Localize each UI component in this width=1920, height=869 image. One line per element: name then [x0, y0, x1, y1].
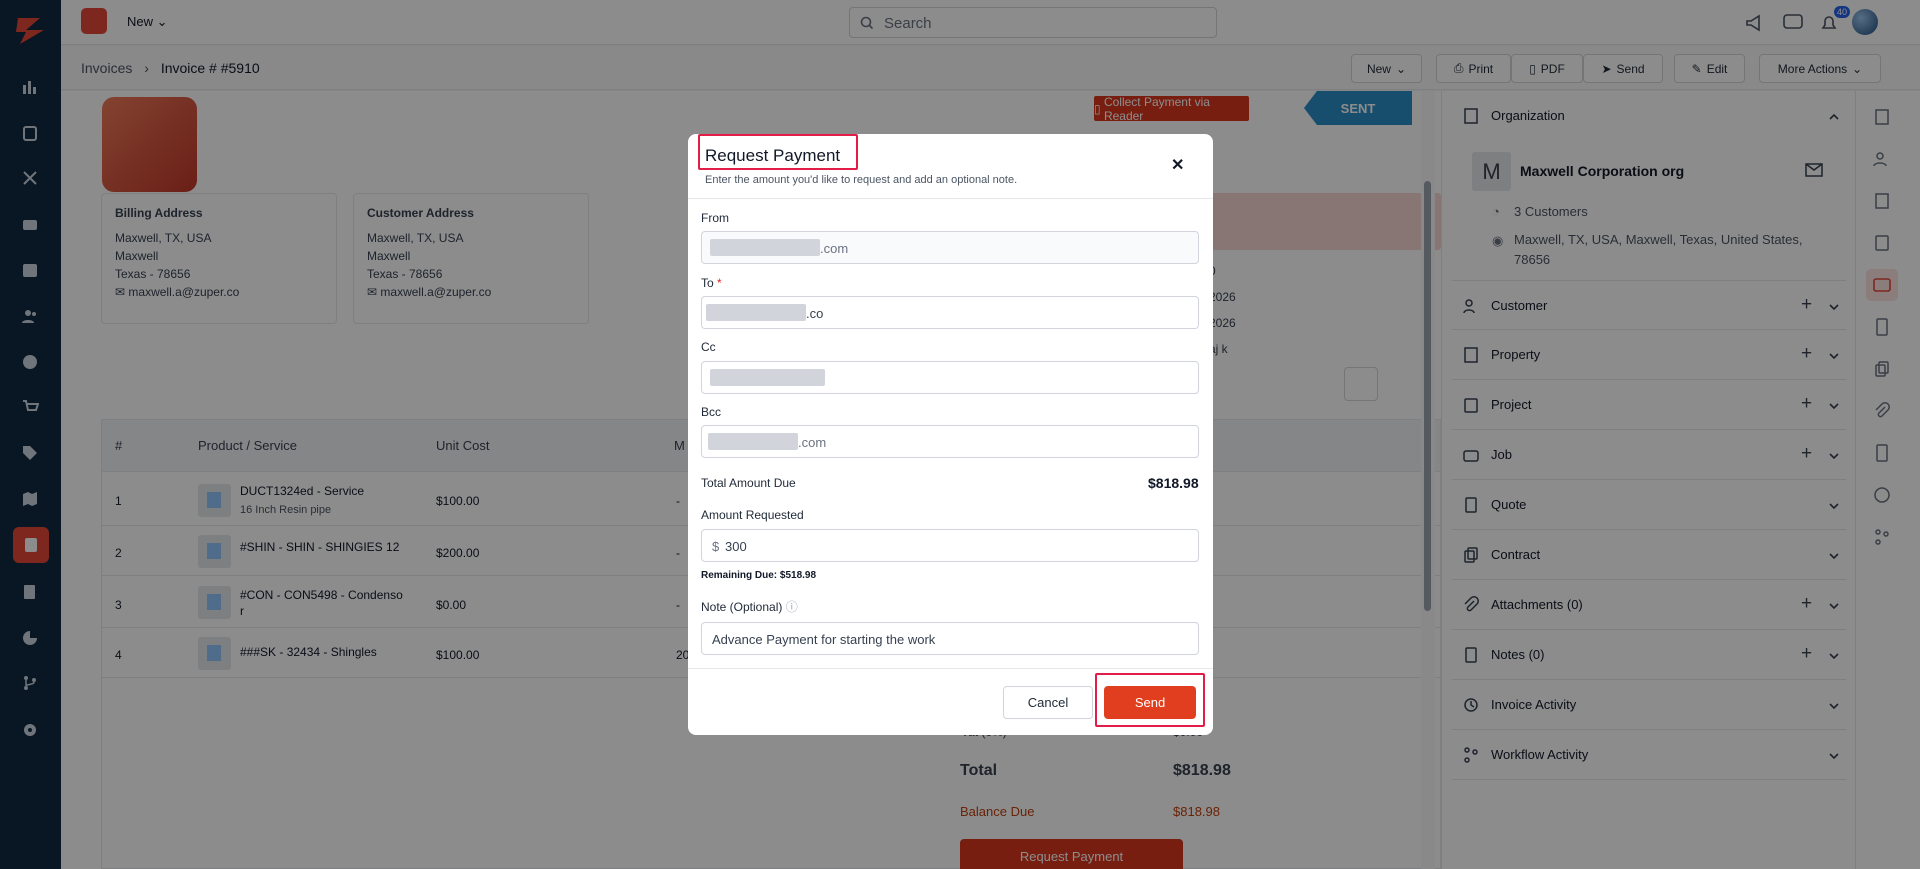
- redacted-text: [710, 239, 820, 256]
- bcc-label: Bcc: [701, 405, 722, 419]
- amount-requested-input[interactable]: $ 300: [701, 529, 1199, 562]
- note-input[interactable]: Advance Payment for starting the work: [701, 622, 1199, 655]
- close-icon[interactable]: ✕: [1171, 155, 1184, 175]
- cancel-button[interactable]: Cancel: [1003, 686, 1093, 719]
- redacted-text: [706, 304, 806, 321]
- total-due-value: $818.98: [1148, 475, 1199, 491]
- amount-value: 300: [725, 539, 747, 554]
- send-button[interactable]: Send: [1104, 686, 1196, 719]
- total-due-label: Total Amount Due: [701, 476, 796, 490]
- request-payment-dialog: Request Payment Enter the amount you'd l…: [688, 134, 1213, 735]
- amount-requested-label: Amount Requested: [701, 508, 804, 522]
- from-field: .com: [701, 231, 1199, 264]
- note-label: Note (Optional) ⓘ: [701, 600, 798, 614]
- cc-field[interactable]: [701, 361, 1199, 394]
- to-field[interactable]: .co: [701, 296, 1199, 329]
- bcc-field[interactable]: .com: [701, 425, 1199, 458]
- dialog-subtitle: Enter the amount you'd like to request a…: [705, 174, 1018, 186]
- redacted-text: [710, 369, 825, 386]
- redacted-text: [708, 433, 798, 450]
- remaining-due-text: Remaining Due: $518.98: [701, 570, 817, 581]
- currency-symbol: $: [712, 539, 720, 554]
- info-icon: ⓘ: [785, 600, 798, 614]
- to-label: To *: [701, 276, 722, 290]
- from-label: From: [701, 211, 729, 225]
- dialog-title: Request Payment: [705, 146, 841, 165]
- cc-label: Cc: [701, 340, 716, 354]
